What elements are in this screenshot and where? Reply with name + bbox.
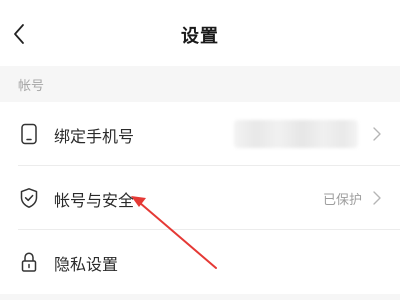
- lock-icon: [18, 251, 40, 273]
- section-label: 帐号: [18, 79, 45, 94]
- settings-row-account-security[interactable]: 帐号与安全 已保护: [0, 166, 400, 230]
- page-title: 设置: [181, 26, 219, 47]
- chevron-right-icon: [373, 127, 381, 141]
- settings-row-privacy[interactable]: 隐私设置: [0, 230, 400, 294]
- bottom-separator: [0, 294, 400, 300]
- security-status-value: 已保护: [322, 193, 362, 208]
- obscured-phone-number: [234, 120, 358, 148]
- phone-icon: [18, 123, 40, 145]
- row-label: 绑定手机号: [54, 127, 135, 146]
- row-label: 隐私设置: [54, 255, 119, 274]
- chevron-right-icon: [373, 191, 381, 205]
- section-header-account: 帐号: [0, 66, 400, 102]
- shield-check-icon: [18, 187, 40, 209]
- row-label: 帐号与安全: [54, 191, 135, 210]
- top-bar: 设置: [0, 0, 400, 66]
